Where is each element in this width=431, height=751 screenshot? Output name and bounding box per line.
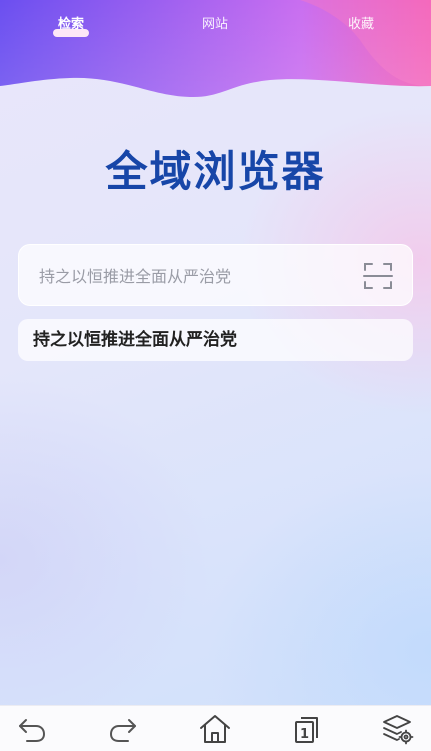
back-arrow-icon [19,719,45,742]
tab-websites[interactable]: 网站 [202,13,228,32]
bottom-navigation-bar: 1 [0,705,431,751]
top-header: 检索 网站 收藏 [0,0,431,100]
home-button[interactable] [198,712,232,746]
search-suggestion-item[interactable]: 持之以恒推进全面从严治党 [18,319,413,361]
home-icon [200,715,230,743]
tabs-button[interactable]: 1 [290,712,324,746]
tab-search[interactable]: 检索 [58,13,84,32]
layers-settings-button[interactable] [381,712,415,746]
forward-arrow-icon [110,719,136,742]
tab-favorites[interactable]: 收藏 [348,13,374,32]
tabs-icon: 1 [295,717,318,743]
back-button[interactable] [15,712,49,746]
scan-icon [363,263,393,289]
search-box [18,244,413,307]
scan-button[interactable] [361,259,395,293]
forward-button[interactable] [106,712,140,746]
app-title: 全域浏览器 [105,147,326,196]
search-input[interactable] [37,245,351,307]
page-background [0,0,431,750]
tab-count: 1 [300,727,309,742]
layers-settings-icon [383,715,414,745]
